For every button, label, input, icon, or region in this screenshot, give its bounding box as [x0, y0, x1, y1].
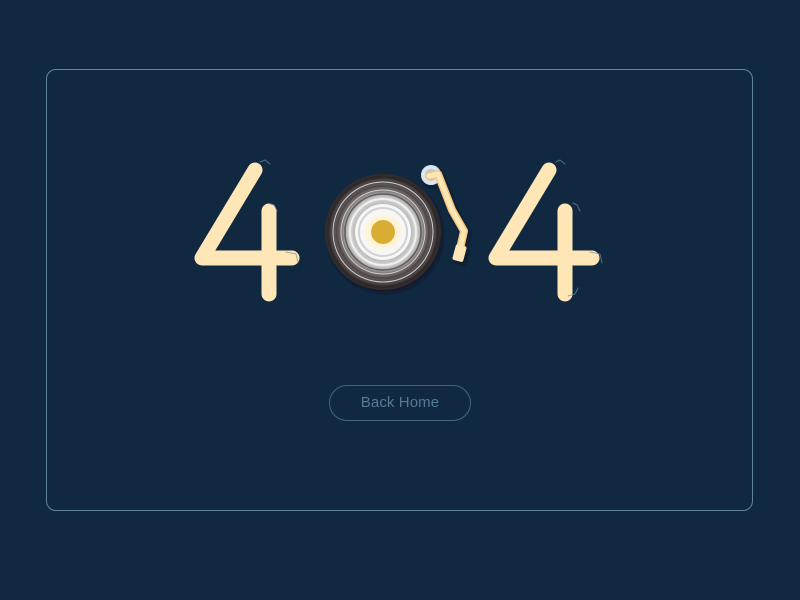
error-code-right-digit: 4: [0, 0, 1, 1]
error-panel: [46, 69, 753, 511]
error-404-screen: 4 0 4: [0, 0, 800, 600]
error-code-middle-digit: 0: [0, 0, 1, 1]
back-home-button[interactable]: Back Home: [329, 385, 471, 421]
error-code-left-digit: 4: [0, 0, 1, 1]
